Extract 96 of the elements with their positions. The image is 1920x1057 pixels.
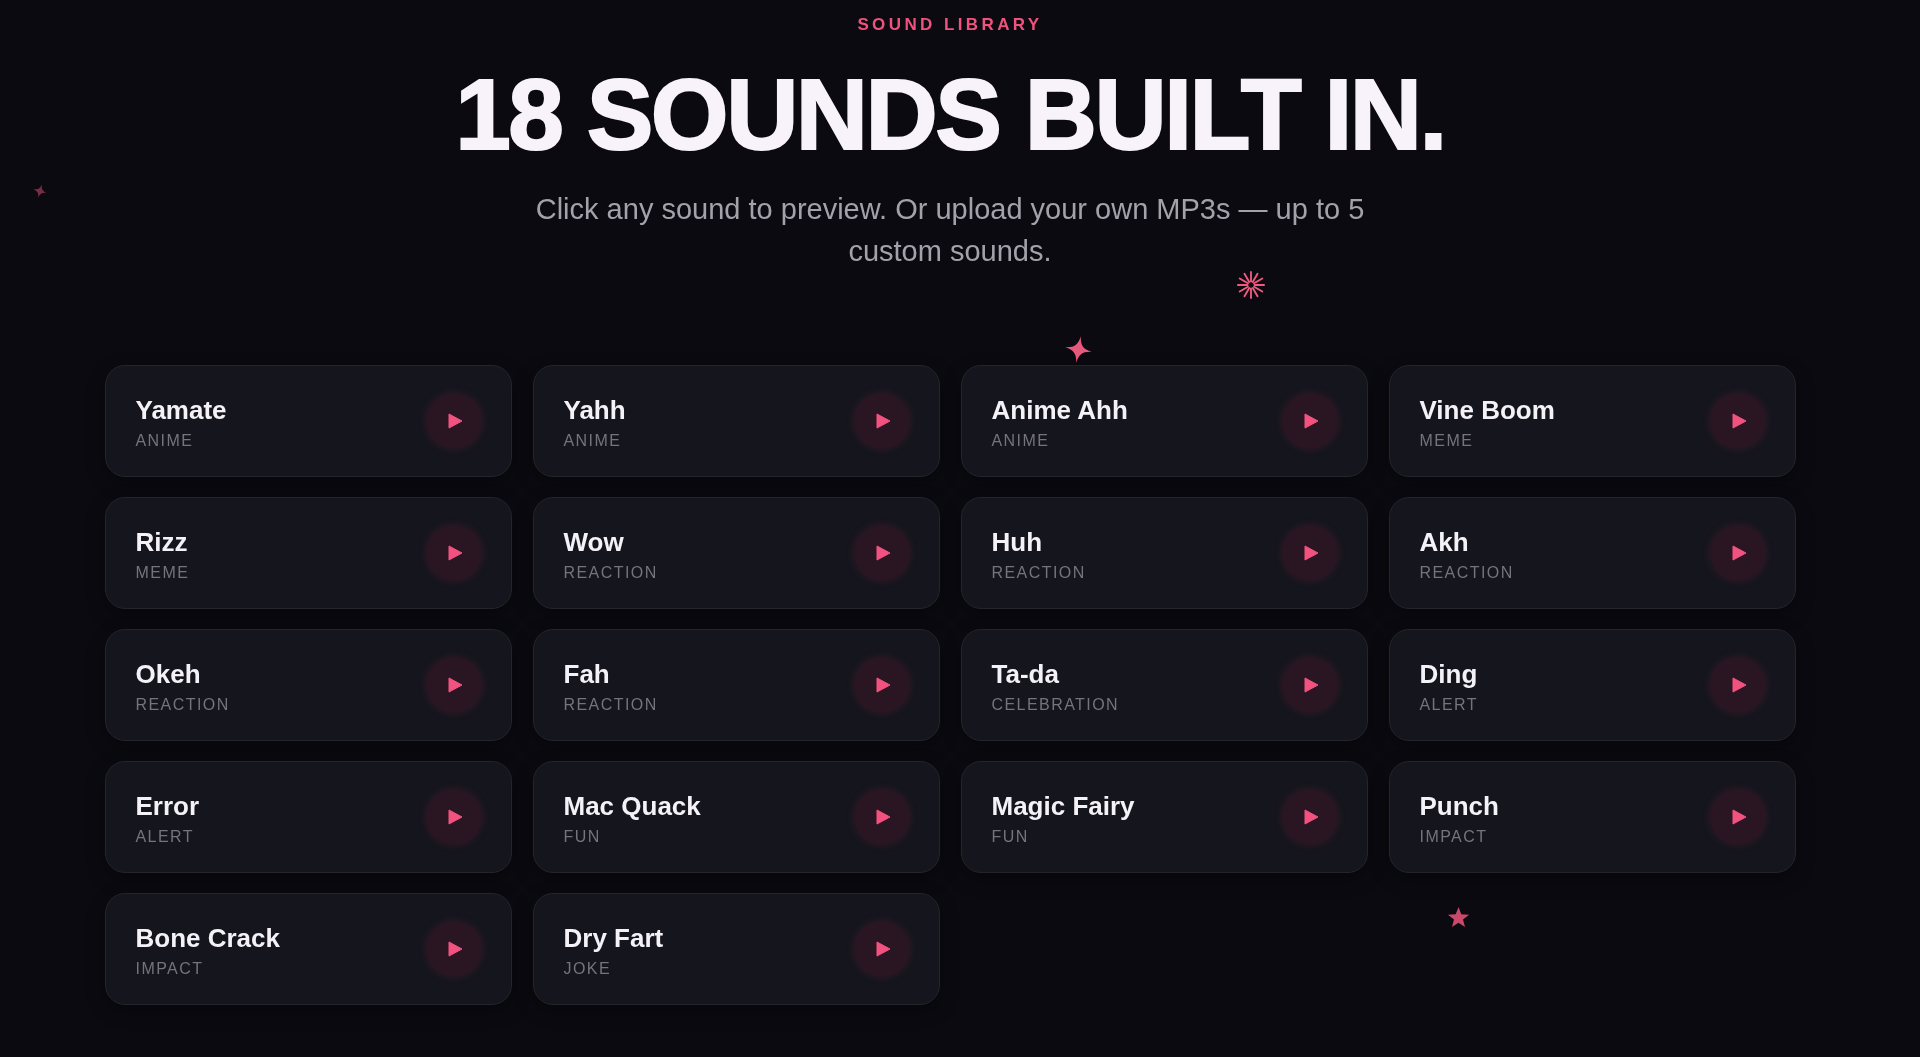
sound-name: Vine Boom <box>1419 394 1555 426</box>
sound-card[interactable]: Magic Fairy FUN <box>960 761 1368 873</box>
star-icon <box>1447 906 1470 929</box>
play-icon <box>875 413 891 429</box>
sound-name: Rizz <box>135 526 188 558</box>
play-icon <box>875 545 891 561</box>
play-icon <box>1303 809 1319 825</box>
sound-category: JOKE <box>563 959 612 979</box>
play-button[interactable] <box>853 525 910 581</box>
play-icon <box>1731 545 1747 561</box>
sound-card[interactable]: Okeh REACTION <box>104 629 512 741</box>
sound-category: CELEBRATION <box>991 695 1120 715</box>
sound-card[interactable]: Ta-da CELEBRATION <box>960 629 1368 741</box>
burst-icon <box>1237 271 1265 299</box>
sound-name: Wow <box>563 526 624 558</box>
play-button[interactable] <box>425 393 482 449</box>
sparkle-icon <box>31 182 49 200</box>
sound-category: REACTION <box>135 695 230 715</box>
play-icon <box>1303 545 1319 561</box>
play-icon <box>875 809 891 825</box>
sound-card[interactable]: Mac Quack FUN <box>532 761 940 873</box>
sound-category: IMPACT <box>1419 827 1488 847</box>
sound-category: ALERT <box>1419 695 1478 715</box>
sound-category: ANIME <box>991 431 1050 451</box>
sound-card[interactable]: Error ALERT <box>104 761 512 873</box>
sound-card[interactable]: Huh REACTION <box>960 497 1368 609</box>
sound-card[interactable]: Anime Ahh ANIME <box>960 365 1368 477</box>
play-icon <box>875 677 891 693</box>
sound-name: Anime Ahh <box>991 394 1128 426</box>
sound-card[interactable]: Fah REACTION <box>532 629 940 741</box>
sound-card[interactable]: Dry Fart JOKE <box>532 893 940 1005</box>
play-button[interactable] <box>1281 789 1338 845</box>
sound-card[interactable]: Rizz MEME <box>104 497 512 609</box>
play-icon <box>447 545 463 561</box>
sound-category: FUN <box>563 827 601 847</box>
sound-category: ANIME <box>563 431 622 451</box>
play-icon <box>447 413 463 429</box>
sound-name: Ding <box>1419 658 1478 690</box>
sound-name: Magic Fairy <box>991 790 1135 822</box>
play-icon <box>447 677 463 693</box>
sound-name: Mac Quack <box>563 790 701 822</box>
play-icon <box>1731 677 1747 693</box>
sound-category: FUN <box>991 827 1029 847</box>
sound-card[interactable]: Punch IMPACT <box>1388 761 1796 873</box>
sound-name: Huh <box>991 526 1043 558</box>
sound-name: Yahh <box>563 394 626 426</box>
page-heading: 18 SOUNDS BUILT IN. <box>454 64 1446 164</box>
sound-name: Yamate <box>135 394 227 426</box>
play-button[interactable] <box>853 921 910 977</box>
play-button[interactable] <box>853 393 910 449</box>
sound-category: REACTION <box>563 695 658 715</box>
play-button[interactable] <box>853 657 910 713</box>
play-button[interactable] <box>853 789 910 845</box>
play-button[interactable] <box>1281 657 1338 713</box>
sound-name: Fah <box>563 658 610 690</box>
sound-card[interactable]: Ding ALERT <box>1388 629 1796 741</box>
play-button[interactable] <box>1709 657 1766 713</box>
sound-category: MEME <box>1419 431 1474 451</box>
play-button[interactable] <box>1709 789 1766 845</box>
sound-name: Bone Crack <box>135 922 280 954</box>
play-icon <box>447 809 463 825</box>
sound-category: ALERT <box>135 827 194 847</box>
sound-category: REACTION <box>991 563 1086 583</box>
play-icon <box>1731 413 1747 429</box>
section-label: SOUND LIBRARY <box>857 15 1043 35</box>
sound-card[interactable]: Yamate ANIME <box>104 365 512 477</box>
play-icon <box>447 941 463 957</box>
sound-name: Dry Fart <box>563 922 664 954</box>
sound-category: REACTION <box>1419 563 1514 583</box>
play-button[interactable] <box>425 921 482 977</box>
play-button[interactable] <box>425 525 482 581</box>
sound-card[interactable]: Wow REACTION <box>532 497 940 609</box>
play-icon <box>875 941 891 957</box>
sound-name: Ta-da <box>991 658 1059 690</box>
sound-category: IMPACT <box>135 959 204 979</box>
sound-category: REACTION <box>563 563 658 583</box>
play-icon <box>1731 809 1747 825</box>
sound-name: Error <box>135 790 200 822</box>
play-button[interactable] <box>1281 393 1338 449</box>
play-button[interactable] <box>425 789 482 845</box>
play-icon <box>1303 413 1319 429</box>
sound-card[interactable]: Akh REACTION <box>1388 497 1796 609</box>
sound-name: Punch <box>1419 790 1499 822</box>
sound-category: ANIME <box>135 431 194 451</box>
sound-card[interactable]: Yahh ANIME <box>532 365 940 477</box>
sound-card[interactable]: Bone Crack IMPACT <box>104 893 512 1005</box>
play-button[interactable] <box>425 657 482 713</box>
play-icon <box>1303 677 1319 693</box>
sound-name: Akh <box>1419 526 1469 558</box>
play-button[interactable] <box>1709 393 1766 449</box>
sound-card[interactable]: Vine Boom MEME <box>1388 365 1796 477</box>
play-button[interactable] <box>1709 525 1766 581</box>
sound-name: Okeh <box>135 658 201 690</box>
play-button[interactable] <box>1281 525 1338 581</box>
page-description: Click any sound to preview. Or upload your own MP3s — up to 5 custom sounds. <box>534 192 1366 268</box>
sound-category: MEME <box>135 563 190 583</box>
